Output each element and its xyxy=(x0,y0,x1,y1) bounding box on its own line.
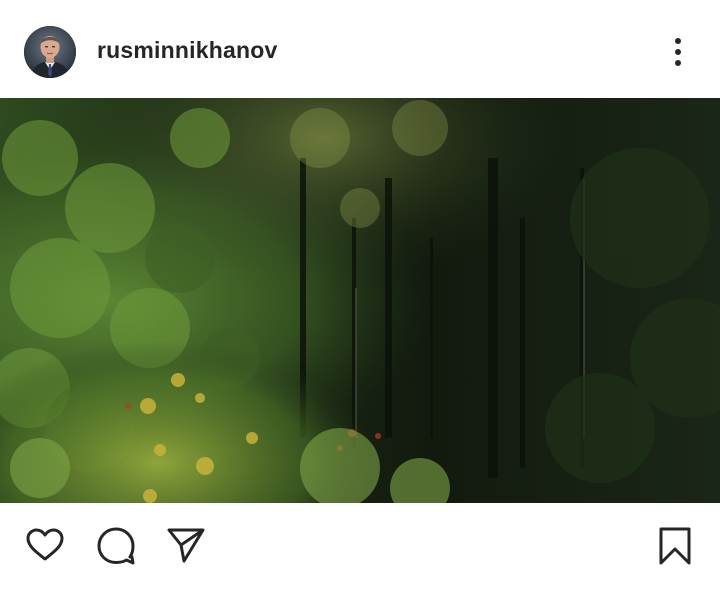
heart-icon xyxy=(26,528,64,561)
post-actions xyxy=(0,503,720,589)
avatar-image xyxy=(24,26,76,78)
like-button[interactable] xyxy=(24,525,66,567)
post-image[interactable] xyxy=(0,98,720,503)
avatar[interactable] xyxy=(24,26,76,78)
bookmark-icon xyxy=(659,527,691,565)
more-dot xyxy=(675,60,681,66)
more-vertical-icon xyxy=(675,38,681,44)
post-header: rusminnikhanov xyxy=(0,0,720,98)
share-button[interactable] xyxy=(165,525,207,567)
send-icon xyxy=(167,528,205,563)
save-button[interactable] xyxy=(654,525,696,567)
comment-button[interactable] xyxy=(95,525,137,567)
username[interactable]: rusminnikhanov xyxy=(97,37,277,64)
comment-icon xyxy=(97,527,135,565)
forest-photo xyxy=(0,98,720,503)
more-options-button[interactable] xyxy=(662,34,694,70)
more-dot xyxy=(675,49,681,55)
